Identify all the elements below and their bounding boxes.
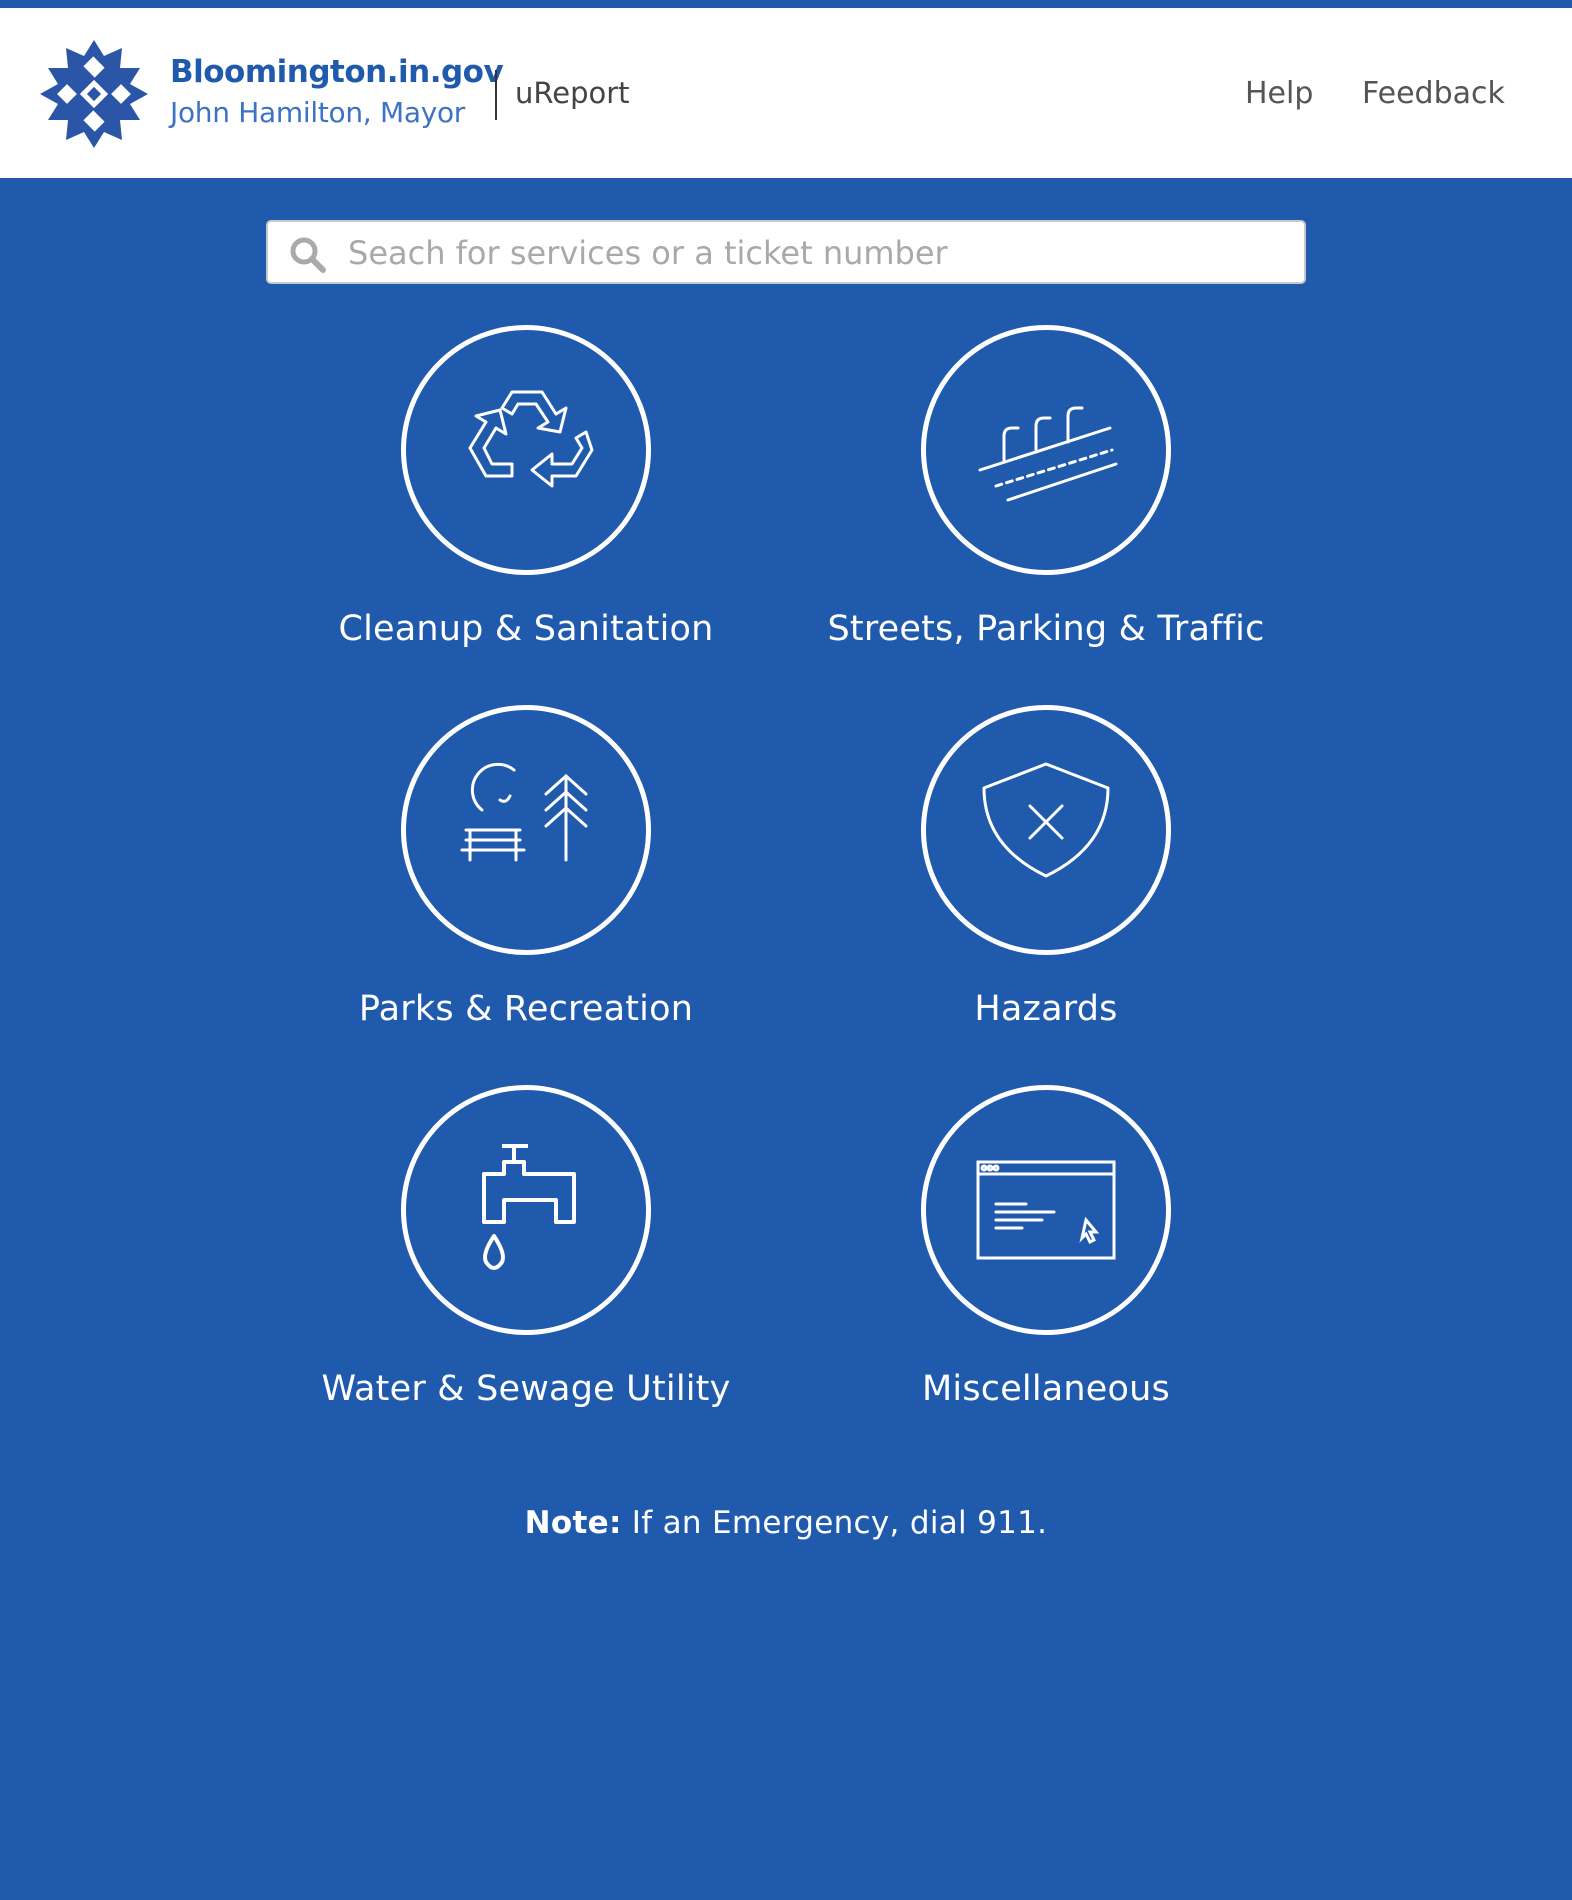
category-icon-circle [401, 705, 651, 955]
category-label: Water & Sewage Utility [321, 1369, 731, 1409]
category-icon-circle [921, 325, 1171, 575]
search-input[interactable] [348, 230, 1288, 276]
category-label: Cleanup & Sanitation [338, 609, 714, 649]
note-text: If an Emergency, dial 911. [621, 1505, 1048, 1541]
note-prefix: Note: [524, 1505, 622, 1541]
category-label: Streets, Parking & Traffic [827, 609, 1265, 649]
category-icon-circle [401, 325, 651, 575]
search-bar[interactable] [266, 220, 1306, 284]
emergency-note: Note: If an Emergency, dial 911. [0, 1505, 1572, 1541]
category-icon-circle [401, 1085, 651, 1335]
category-parks-recreation[interactable]: Parks & Recreation [306, 705, 746, 1045]
search-icon [290, 237, 326, 273]
category-miscellaneous[interactable]: Miscellaneous [826, 1085, 1266, 1425]
category-label: Hazards [974, 989, 1118, 1029]
nav-feedback-link[interactable]: Feedback [1362, 76, 1505, 111]
nav-help-link[interactable]: Help [1245, 76, 1313, 111]
category-hazards[interactable]: Hazards [826, 705, 1266, 1045]
street-icon [978, 406, 1118, 502]
faucet-icon [482, 1144, 576, 1270]
category-label: Miscellaneous [922, 1369, 1170, 1409]
recycle-icon [468, 390, 594, 488]
mayor-name: John Hamilton, Mayor [170, 96, 466, 129]
category-icon-circle [921, 705, 1171, 955]
shield-x-icon [982, 762, 1110, 878]
category-water-sewage-utility[interactable]: Water & Sewage Utility [306, 1085, 746, 1425]
app-name[interactable]: uReport [515, 76, 630, 110]
top-accent-strip [0, 0, 1572, 8]
category-icon-circle [921, 1085, 1171, 1335]
category-cleanup-sanitation[interactable]: Cleanup & Sanitation [306, 325, 746, 665]
park-icon [460, 762, 588, 862]
site-header: Bloomington.in.gov John Hamilton, Mayor … [0, 8, 1572, 178]
category-streets-parking-traffic[interactable]: Streets, Parking & Traffic [826, 325, 1266, 665]
site-name[interactable]: Bloomington.in.gov [170, 54, 504, 90]
category-label: Parks & Recreation [358, 989, 694, 1029]
city-logo-icon[interactable] [38, 38, 150, 150]
browser-window-icon [976, 1160, 1116, 1260]
brand-divider [495, 70, 497, 120]
